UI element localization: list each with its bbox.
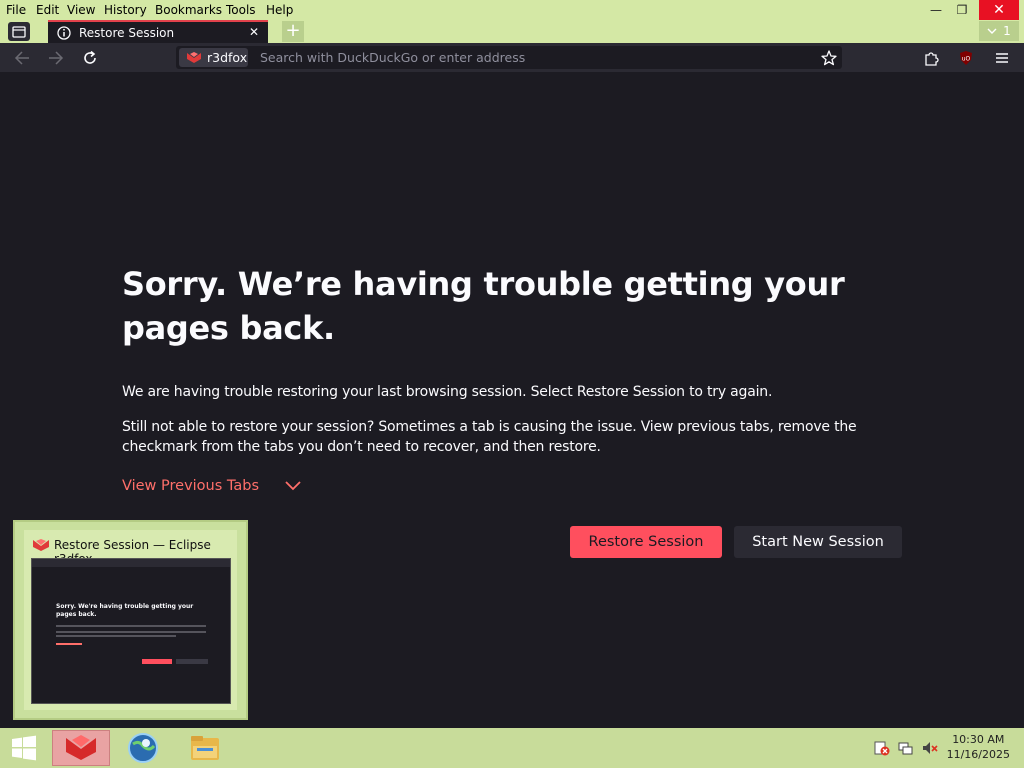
clock-time: 10:30 AM <box>952 733 1005 746</box>
network-icon[interactable] <box>898 740 914 756</box>
taskbar-window-preview[interactable]: Restore Session — Eclipse r3dfox Sorry. … <box>13 520 248 720</box>
tab-close-button[interactable]: ✕ <box>249 25 259 39</box>
page-title: Sorry. We’re having trouble getting your… <box>122 265 845 347</box>
start-button[interactable] <box>0 730 48 766</box>
firefox-view-icon <box>12 25 26 38</box>
folder-icon <box>191 736 219 760</box>
reload-button[interactable] <box>79 47 101 69</box>
start-new-session-button[interactable]: Start New Session <box>734 526 902 558</box>
forward-button[interactable] <box>45 47 67 69</box>
volume-muted-icon[interactable] <box>922 740 938 756</box>
svg-text:uO: uO <box>962 56 971 63</box>
back-arrow-icon <box>14 51 29 65</box>
identity-box[interactable]: r3dfox <box>179 48 248 67</box>
tab-restore-session[interactable]: Restore Session ✕ <box>48 20 268 43</box>
reload-icon <box>84 50 96 64</box>
chevron-down-icon <box>285 481 301 491</box>
windows-logo-icon <box>12 735 36 761</box>
identity-label: r3dfox <box>207 50 248 65</box>
bookmark-star-button[interactable] <box>819 48 839 67</box>
error-description: We are having trouble restoring your las… <box>122 384 773 400</box>
nav-bar: r3dfox uO <box>0 43 1024 72</box>
back-button[interactable] <box>11 47 33 69</box>
menu-file[interactable]: File <box>6 2 26 18</box>
ublock-button[interactable]: uO <box>955 47 977 69</box>
url-bar[interactable]: r3dfox <box>176 46 842 69</box>
menu-bar: File Edit View History Bookmarks Tools H… <box>0 0 1024 20</box>
r3dfox-logo-icon <box>66 735 96 760</box>
app-menu-button[interactable] <box>991 47 1013 69</box>
menu-edit[interactable]: Edit <box>36 2 59 18</box>
firefox-view-button[interactable] <box>8 22 30 41</box>
mini-line <box>56 631 206 633</box>
new-tab-button[interactable]: + <box>282 21 304 42</box>
action-center-icon[interactable] <box>874 740 890 756</box>
restore-window-button[interactable]: ❐ <box>946 0 978 20</box>
view-previous-tabs-label: View Previous Tabs <box>122 478 260 494</box>
forward-arrow-icon <box>49 51 64 65</box>
preview-frame: Restore Session — Eclipse r3dfox Sorry. … <box>24 530 237 710</box>
mini-link <box>56 643 82 645</box>
ublock-origin-icon: uO <box>960 51 972 65</box>
tab-count: 1 <box>1003 24 1011 38</box>
menu-history[interactable]: History <box>104 2 147 18</box>
menu-help[interactable]: Help <box>266 2 293 18</box>
hamburger-menu-icon <box>996 53 1008 63</box>
menu-tools[interactable]: Tools <box>226 2 256 18</box>
tab-title: Restore Session <box>79 25 175 40</box>
menu-bookmarks[interactable]: Bookmarks <box>155 2 222 18</box>
list-all-tabs-button[interactable]: 1 <box>979 21 1019 41</box>
taskbar-browser-globe[interactable] <box>114 730 172 766</box>
tab-bar: Restore Session ✕ + 1 <box>0 20 1024 43</box>
chevron-down-icon <box>987 28 997 34</box>
globe-browser-icon <box>128 733 158 763</box>
extensions-button[interactable] <box>920 47 942 69</box>
address-input[interactable] <box>260 49 800 66</box>
clock-date: 11/16/2025 <box>946 748 1010 761</box>
view-previous-tabs-toggle[interactable]: View Previous Tabs <box>122 478 301 494</box>
mini-toolbar <box>32 559 230 567</box>
error-help-text: Still not able to restore your session? … <box>122 419 857 455</box>
star-icon <box>821 49 837 65</box>
taskbar-file-explorer[interactable] <box>176 730 234 766</box>
mini-title: Sorry. We're having trouble getting your… <box>56 603 194 618</box>
mini-restore-button <box>142 659 172 664</box>
mini-new-session-button <box>176 659 208 664</box>
close-window-button[interactable]: ✕ <box>979 0 1019 20</box>
r3dfox-logo-icon <box>187 52 201 63</box>
info-icon <box>57 25 71 40</box>
mini-line <box>56 625 206 627</box>
taskbar: 10:30 AM 11/16/2025 <box>0 728 1024 768</box>
puzzle-icon <box>925 52 939 66</box>
taskbar-r3dfox[interactable] <box>52 730 110 766</box>
system-clock[interactable]: 10:30 AM 11/16/2025 <box>947 732 1010 762</box>
mini-line <box>56 635 176 637</box>
preview-screenshot: Sorry. We're having trouble getting your… <box>31 558 231 704</box>
restore-session-button[interactable]: Restore Session <box>570 526 722 558</box>
menu-view[interactable]: View <box>67 2 95 18</box>
r3dfox-logo-icon <box>33 539 49 551</box>
